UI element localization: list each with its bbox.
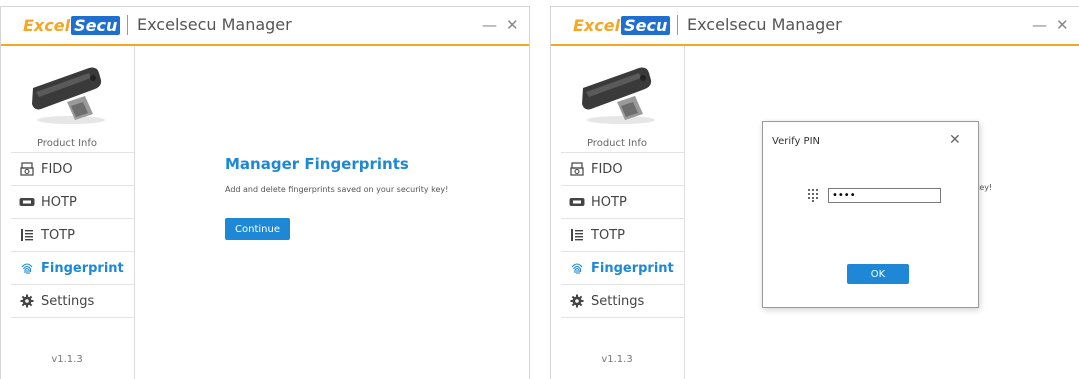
security-key-image <box>32 67 105 124</box>
logo-text-excel: Excel <box>573 16 621 35</box>
sidebar-item-hotp[interactable]: HOTP <box>11 186 134 219</box>
sidebar-item-label: HOTP <box>591 194 627 210</box>
sidebar-item-label: Settings <box>591 293 645 309</box>
sidebar-item-label: TOTP <box>591 227 625 243</box>
pin-input[interactable] <box>828 188 941 203</box>
fido-key-icon <box>569 161 585 177</box>
title-separator <box>677 15 678 35</box>
keypad-icon <box>808 189 818 202</box>
sidebar-item-label: Fingerprint <box>591 260 674 276</box>
excelsecu-logo: Excel Secu <box>573 16 671 35</box>
fingerprint-icon <box>569 260 585 276</box>
sidebar-item-totp[interactable]: TOTP <box>561 219 684 252</box>
sidebar-item-fido[interactable]: FIDO <box>11 153 134 186</box>
minimize-button[interactable]: — <box>482 17 497 33</box>
title-bar: Excel Secu Excelsecu Manager — ✕ <box>1 7 529 46</box>
minimize-button[interactable]: — <box>1032 17 1047 33</box>
logo-text-excel: Excel <box>23 16 71 35</box>
logo-text-secu: Secu <box>621 16 671 35</box>
sidebar: Product Info FIDO HOTP TOTP Fingerprint … <box>551 46 685 379</box>
sidebar-item-label: TOTP <box>41 227 75 243</box>
fido-key-icon <box>19 161 35 177</box>
sidebar-nav: FIDO HOTP TOTP Fingerprint Settings <box>561 152 684 318</box>
security-key-image <box>582 67 655 124</box>
gear-icon <box>569 293 585 309</box>
excelsecu-logo: Excel Secu <box>23 16 121 35</box>
dialog-close-button[interactable]: ✕ <box>949 132 961 148</box>
version-label: v1.1.3 <box>51 354 83 365</box>
sidebar-item-settings[interactable]: Settings <box>11 285 134 318</box>
sidebar-item-fingerprint[interactable]: Fingerprint <box>561 252 684 285</box>
close-button[interactable]: ✕ <box>1056 17 1069 33</box>
logo-text-secu: Secu <box>71 16 121 35</box>
ok-button[interactable]: OK <box>847 264 909 284</box>
title-bar: Excel Secu Excelsecu Manager — ✕ <box>551 7 1079 46</box>
version-label: v1.1.3 <box>601 354 633 365</box>
dialog-title: Verify PIN <box>772 136 821 147</box>
sidebar-item-fido[interactable]: FIDO <box>561 153 684 186</box>
close-button[interactable]: ✕ <box>506 17 519 33</box>
totp-list-icon <box>19 227 35 243</box>
hotp-token-icon <box>19 194 35 210</box>
sidebar-item-label: HOTP <box>41 194 77 210</box>
sidebar-nav: FIDO HOTP TOTP Fingerprint Settings <box>11 152 134 318</box>
sidebar-item-label: Fingerprint <box>41 260 124 276</box>
totp-list-icon <box>569 227 585 243</box>
sidebar-item-label: Settings <box>41 293 95 309</box>
verify-pin-dialog: Verify PIN ✕ OK <box>762 121 979 308</box>
sidebar-item-totp[interactable]: TOTP <box>11 219 134 252</box>
window-title: Excelsecu Manager <box>137 15 292 34</box>
sidebar-item-label: FIDO <box>41 161 73 177</box>
fingerprint-icon <box>19 260 35 276</box>
product-info-link[interactable]: Product Info <box>1 138 133 149</box>
continue-button[interactable]: Continue <box>225 218 290 240</box>
product-info-link[interactable]: Product Info <box>551 138 683 149</box>
sidebar-item-label: FIDO <box>591 161 623 177</box>
hotp-token-icon <box>569 194 585 210</box>
sidebar-item-hotp[interactable]: HOTP <box>561 186 684 219</box>
window-title: Excelsecu Manager <box>687 15 842 34</box>
page-description: Add and delete fingerprints saved on you… <box>225 185 449 194</box>
title-separator <box>127 15 128 35</box>
sidebar-item-fingerprint[interactable]: Fingerprint <box>11 252 134 285</box>
sidebar: Product Info FIDO HOTP TOTP Fingerprint … <box>1 46 135 379</box>
manager-window-fingerprints: Excel Secu Excelsecu Manager — ✕ Product … <box>0 6 530 379</box>
page-title: Manager Fingerprints <box>225 155 409 173</box>
gear-icon <box>19 293 35 309</box>
sidebar-item-settings[interactable]: Settings <box>561 285 684 318</box>
